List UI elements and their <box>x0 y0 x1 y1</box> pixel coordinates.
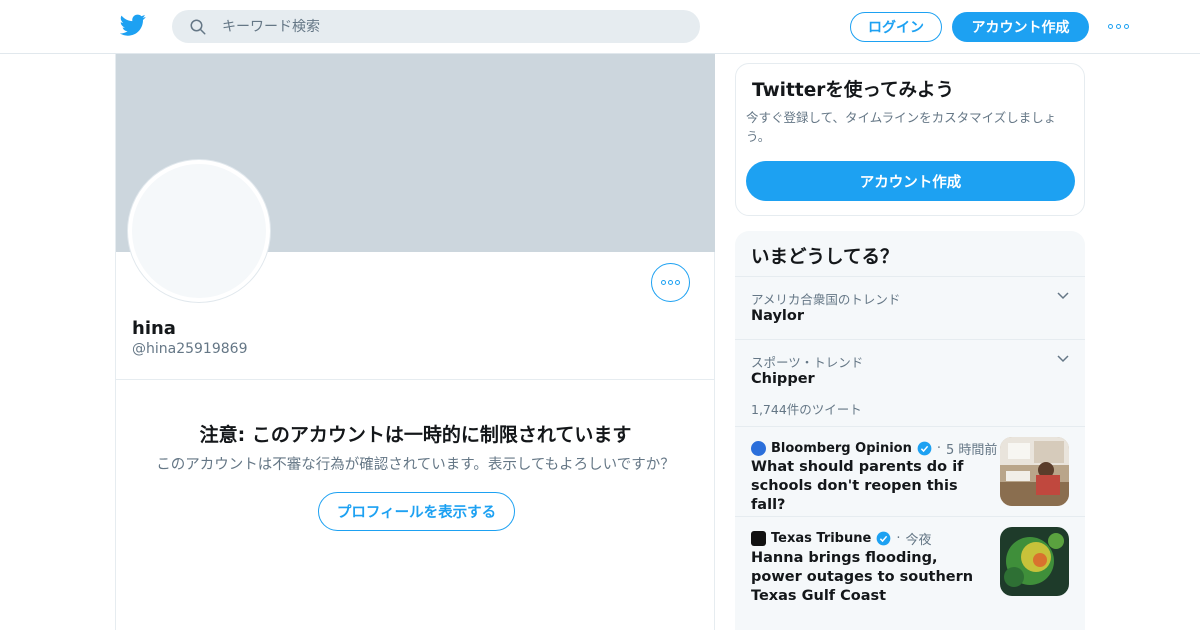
restriction-warning-text: このアカウントは不審な行為が確認されています。表示してもよろしいですか？ <box>156 457 675 473</box>
bloomberg-logo-icon <box>751 441 766 456</box>
news-headline: Hanna brings flooding, power outages to … <box>751 550 974 604</box>
search-icon <box>190 19 206 35</box>
twitter-bird-icon[interactable] <box>120 12 146 38</box>
trend-name: Chipper <box>751 371 815 387</box>
login-button[interactable]: ログイン <box>850 12 942 42</box>
news-source-line: Bloomberg Opinion · 5 時間前 <box>751 439 997 458</box>
avatar[interactable] <box>128 160 270 302</box>
trend-item[interactable]: アメリカ合衆国のトレンド Naylor <box>735 276 1085 339</box>
signup-card-title: Twitterを使ってみよう <box>752 80 954 101</box>
profile-column: hina @hina25919869 注意: このアカウントは一時的に制限されて… <box>115 54 715 630</box>
news-item[interactable]: Bloomberg Opinion · 5 時間前 What should pa… <box>735 426 1085 516</box>
news-thumbnail <box>1000 437 1069 506</box>
news-source: Bloomberg Opinion <box>771 441 912 456</box>
profile-name: hina <box>132 318 176 339</box>
trend-name: Naylor <box>751 308 805 324</box>
trend-item[interactable]: スポーツ・トレンド Chipper 1,744件のツイート <box>735 339 1085 426</box>
trend-category: スポーツ・トレンド <box>751 355 864 370</box>
divider <box>116 379 715 380</box>
more-dots-icon <box>661 280 666 285</box>
news-source-line: Texas Tribune · 今夜 <box>751 529 931 548</box>
view-profile-button[interactable]: プロフィールを表示する <box>318 492 515 531</box>
news-time: 5 時間前 <box>946 443 998 458</box>
news-source: Texas Tribune <box>771 531 872 546</box>
verified-badge-icon <box>917 441 932 456</box>
chevron-down-icon[interactable] <box>1057 292 1069 300</box>
chevron-down-icon[interactable] <box>1057 355 1069 363</box>
profile-handle: @hina25919869 <box>132 341 248 357</box>
signup-button[interactable]: アカウント作成 <box>952 12 1089 42</box>
trends-panel: いまどうしてる？ アメリカ合衆国のトレンド Naylor スポーツ・トレンド C… <box>735 231 1085 630</box>
trend-tweet-count: 1,744件のツイート <box>751 402 862 417</box>
trends-title: いまどうしてる？ <box>751 247 899 268</box>
verified-badge-icon <box>876 531 891 546</box>
news-item[interactable]: Texas Tribune · 今夜 Hanna brings flooding… <box>735 516 1085 618</box>
signup-card-description: 今すぐ登録して、タイムラインをカスタマイズしましょう。 <box>746 110 1057 144</box>
news-time: 今夜 <box>905 533 932 548</box>
texas-tribune-logo-icon <box>751 531 766 546</box>
news-time-separator: · <box>896 531 901 546</box>
profile-more-button[interactable] <box>651 263 690 302</box>
signup-card-button[interactable]: アカウント作成 <box>746 161 1075 201</box>
restriction-warning-title: 注意: このアカウントは一時的に制限されています <box>199 424 632 446</box>
search-bar <box>172 10 700 43</box>
news-headline: What should parents do if schools don't … <box>751 459 964 513</box>
signup-card: Twitterを使ってみよう 今すぐ登録して、タイムラインをカスタマイズしましょ… <box>735 63 1085 216</box>
trend-category: アメリカ合衆国のトレンド <box>751 292 901 307</box>
news-thumbnail <box>1000 527 1069 596</box>
news-time-separator: · <box>936 441 941 456</box>
top-navigation-bar: ログイン アカウント作成 <box>0 0 1200 54</box>
more-dots-icon[interactable] <box>1106 16 1130 36</box>
search-input[interactable] <box>222 15 682 38</box>
